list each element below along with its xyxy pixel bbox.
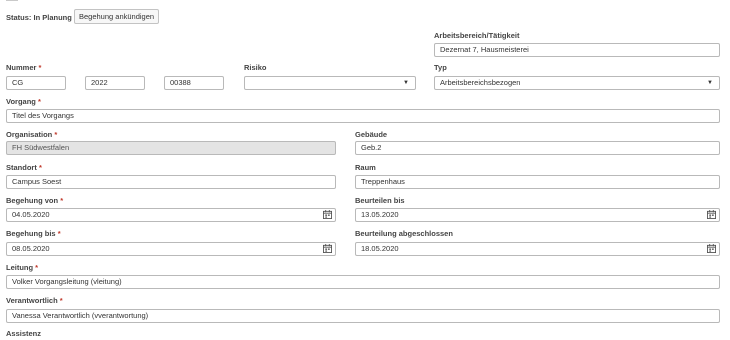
arbeitsbereich-field[interactable]: Dezernat 7, Hausmeisterei: [434, 43, 720, 57]
leitung-field[interactable]: Volker Vorgangsleitung (vleitung): [6, 275, 720, 289]
typ-select[interactable]: Arbeitsbereichsbezogen ▼: [434, 76, 720, 90]
gebaeude-field[interactable]: Geb.2: [355, 141, 720, 155]
beurteilen-bis-label: Beurteilen bis: [355, 196, 405, 205]
risiko-label: Risiko: [244, 63, 267, 72]
beurteilen-bis-field[interactable]: 13.05.2020: [355, 208, 720, 222]
beurteilung-abgeschlossen-field[interactable]: 18.05.2020: [355, 242, 720, 256]
announce-inspection-button[interactable]: Begehung ankündigen: [74, 9, 160, 24]
vorgang-field[interactable]: Titel des Vorgangs: [6, 109, 720, 123]
nummer-prefix-field[interactable]: CG: [6, 76, 66, 90]
arbeitsbereich-label: Arbeitsbereich/Tätigkeit: [434, 31, 520, 40]
beurteilung-abgeschlossen-label: Beurteilung abgeschlossen: [355, 229, 453, 238]
beurteilen-bis-value: 13.05.2020: [361, 210, 399, 219]
assistenz-label: Assistenz: [6, 329, 42, 338]
begehung-von-value: 04.05.2020: [12, 210, 50, 219]
begehung-bis-value: 08.05.2020: [12, 244, 50, 253]
organisation-field: FH Südwestfalen: [6, 141, 336, 155]
risiko-select[interactable]: ▼: [244, 76, 416, 90]
calendar-icon[interactable]: [707, 244, 716, 253]
begehung-von-label: Begehung von *: [6, 196, 64, 205]
chevron-down-icon: ▼: [707, 80, 713, 86]
nummer-sequence-field[interactable]: 00388: [164, 76, 224, 90]
typ-value: Arbeitsbereichsbezogen: [440, 78, 521, 87]
standort-label: Standort *: [6, 163, 42, 172]
top-cutoff-box: [6, 0, 18, 1]
calendar-icon[interactable]: [323, 210, 332, 219]
begehung-von-field[interactable]: 04.05.2020: [6, 208, 336, 222]
raum-field[interactable]: Treppenhaus: [355, 175, 720, 189]
verantwortlich-field[interactable]: Vanessa Verantwortlich (vverantwortung): [6, 309, 720, 323]
gebaeude-label: Gebäude: [355, 130, 388, 139]
organisation-label: Organisation *: [6, 130, 58, 139]
raum-label: Raum: [355, 163, 376, 172]
status-label: Status: In Planung: [6, 13, 72, 22]
begehung-bis-label: Begehung bis *: [6, 229, 61, 238]
nummer-label: Nummer *: [6, 63, 42, 72]
standort-field[interactable]: Campus Soest: [6, 175, 336, 189]
calendar-icon[interactable]: [323, 244, 332, 253]
typ-label: Typ: [434, 63, 447, 72]
calendar-icon[interactable]: [707, 210, 716, 219]
beurteilung-abgeschlossen-value: 18.05.2020: [361, 244, 399, 253]
begehung-bis-field[interactable]: 08.05.2020: [6, 242, 336, 256]
vorgang-label: Vorgang *: [6, 97, 41, 106]
chevron-down-icon: ▼: [403, 80, 409, 86]
nummer-year-field[interactable]: 2022: [85, 76, 145, 90]
verantwortlich-label: Verantwortlich *: [6, 296, 63, 305]
leitung-label: Leitung *: [6, 263, 39, 272]
